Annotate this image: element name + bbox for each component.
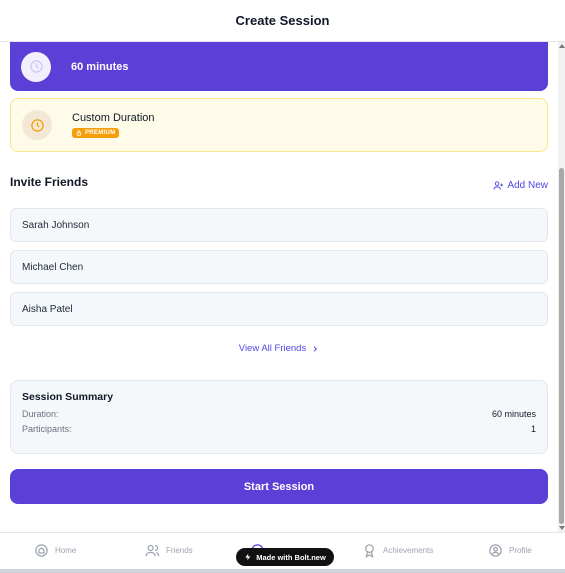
user-circle-icon <box>489 544 502 557</box>
custom-duration-text: Custom Duration PREMIUM <box>72 112 155 138</box>
nav-achievements-label: Achievements <box>383 546 434 555</box>
add-new-label: Add New <box>507 180 548 191</box>
duration-option-selected[interactable]: 60 minutes <box>10 42 548 91</box>
page-title: Create Session <box>235 13 330 28</box>
chevron-right-icon <box>313 345 318 352</box>
nav-item-achievements[interactable]: Achievements <box>362 543 433 558</box>
summary-duration-row: Duration: 60 minutes <box>22 409 536 419</box>
lightning-icon <box>245 553 251 561</box>
summary-duration-key: Duration: <box>22 409 59 419</box>
header: Create Session <box>0 0 565 42</box>
session-summary: Session Summary Duration: 60 minutes Par… <box>10 380 548 454</box>
nav-profile-label: Profile <box>509 546 532 555</box>
scroll-down-arrow[interactable] <box>558 524 565 532</box>
scrollbar[interactable] <box>558 42 565 532</box>
view-all-friends-row: View All Friends <box>0 343 558 354</box>
summary-participants-value: 1 <box>530 424 536 434</box>
custom-duration-label: Custom Duration <box>72 112 155 124</box>
duration-label: 60 minutes <box>71 60 129 73</box>
clock-icon <box>22 110 52 140</box>
duration-option-custom[interactable]: Custom Duration PREMIUM <box>10 98 548 152</box>
home-circle-icon <box>35 544 48 557</box>
nav-item-profile[interactable]: Profile <box>488 543 532 558</box>
nav-item-home[interactable]: Home <box>34 543 76 558</box>
premium-badge: PREMIUM <box>72 128 120 138</box>
summary-duration-value: 60 minutes <box>491 409 536 419</box>
app-root: Create Session 60 minutes Custom Duratio… <box>0 0 565 573</box>
session-summary-title: Session Summary <box>22 391 114 403</box>
scroll-thumb[interactable] <box>559 168 564 524</box>
friend-item-michael-chen[interactable]: Michael Chen <box>10 250 548 284</box>
bolt-badge-label: Made with Bolt.new <box>256 552 326 562</box>
view-all-friends-link[interactable]: View All Friends <box>239 343 319 354</box>
friend-item-sarah-johnson[interactable]: Sarah Johnson <box>10 208 548 242</box>
friend-item-aisha-patel[interactable]: Aisha Patel <box>10 292 548 326</box>
view-all-friends-label: View All Friends <box>238 343 307 354</box>
summary-participants-key: Participants: <box>22 424 72 434</box>
nav-home-label: Home <box>55 546 77 555</box>
nav-friends-label: Friends <box>166 546 193 555</box>
summary-participants-row: Participants: 1 <box>22 424 536 434</box>
user-plus-icon <box>493 181 504 190</box>
window-bottom-strip <box>0 569 565 573</box>
invite-friends-title: Invite Friends <box>10 175 89 189</box>
content-scroll-area[interactable]: 60 minutes Custom Duration PREMIUM Invit… <box>0 42 558 532</box>
lock-icon <box>76 130 82 136</box>
scroll-up-arrow[interactable] <box>558 42 565 50</box>
bolt-badge[interactable]: Made with Bolt.new <box>236 548 334 566</box>
start-session-button[interactable]: Start Session <box>10 469 548 504</box>
award-icon <box>365 544 374 558</box>
users-icon <box>145 544 160 557</box>
add-new-friend-button[interactable]: Add New <box>493 180 548 191</box>
premium-badge-label: PREMIUM <box>85 130 116 136</box>
clock-icon <box>21 51 51 82</box>
nav-item-friends[interactable]: Friends <box>145 543 193 558</box>
